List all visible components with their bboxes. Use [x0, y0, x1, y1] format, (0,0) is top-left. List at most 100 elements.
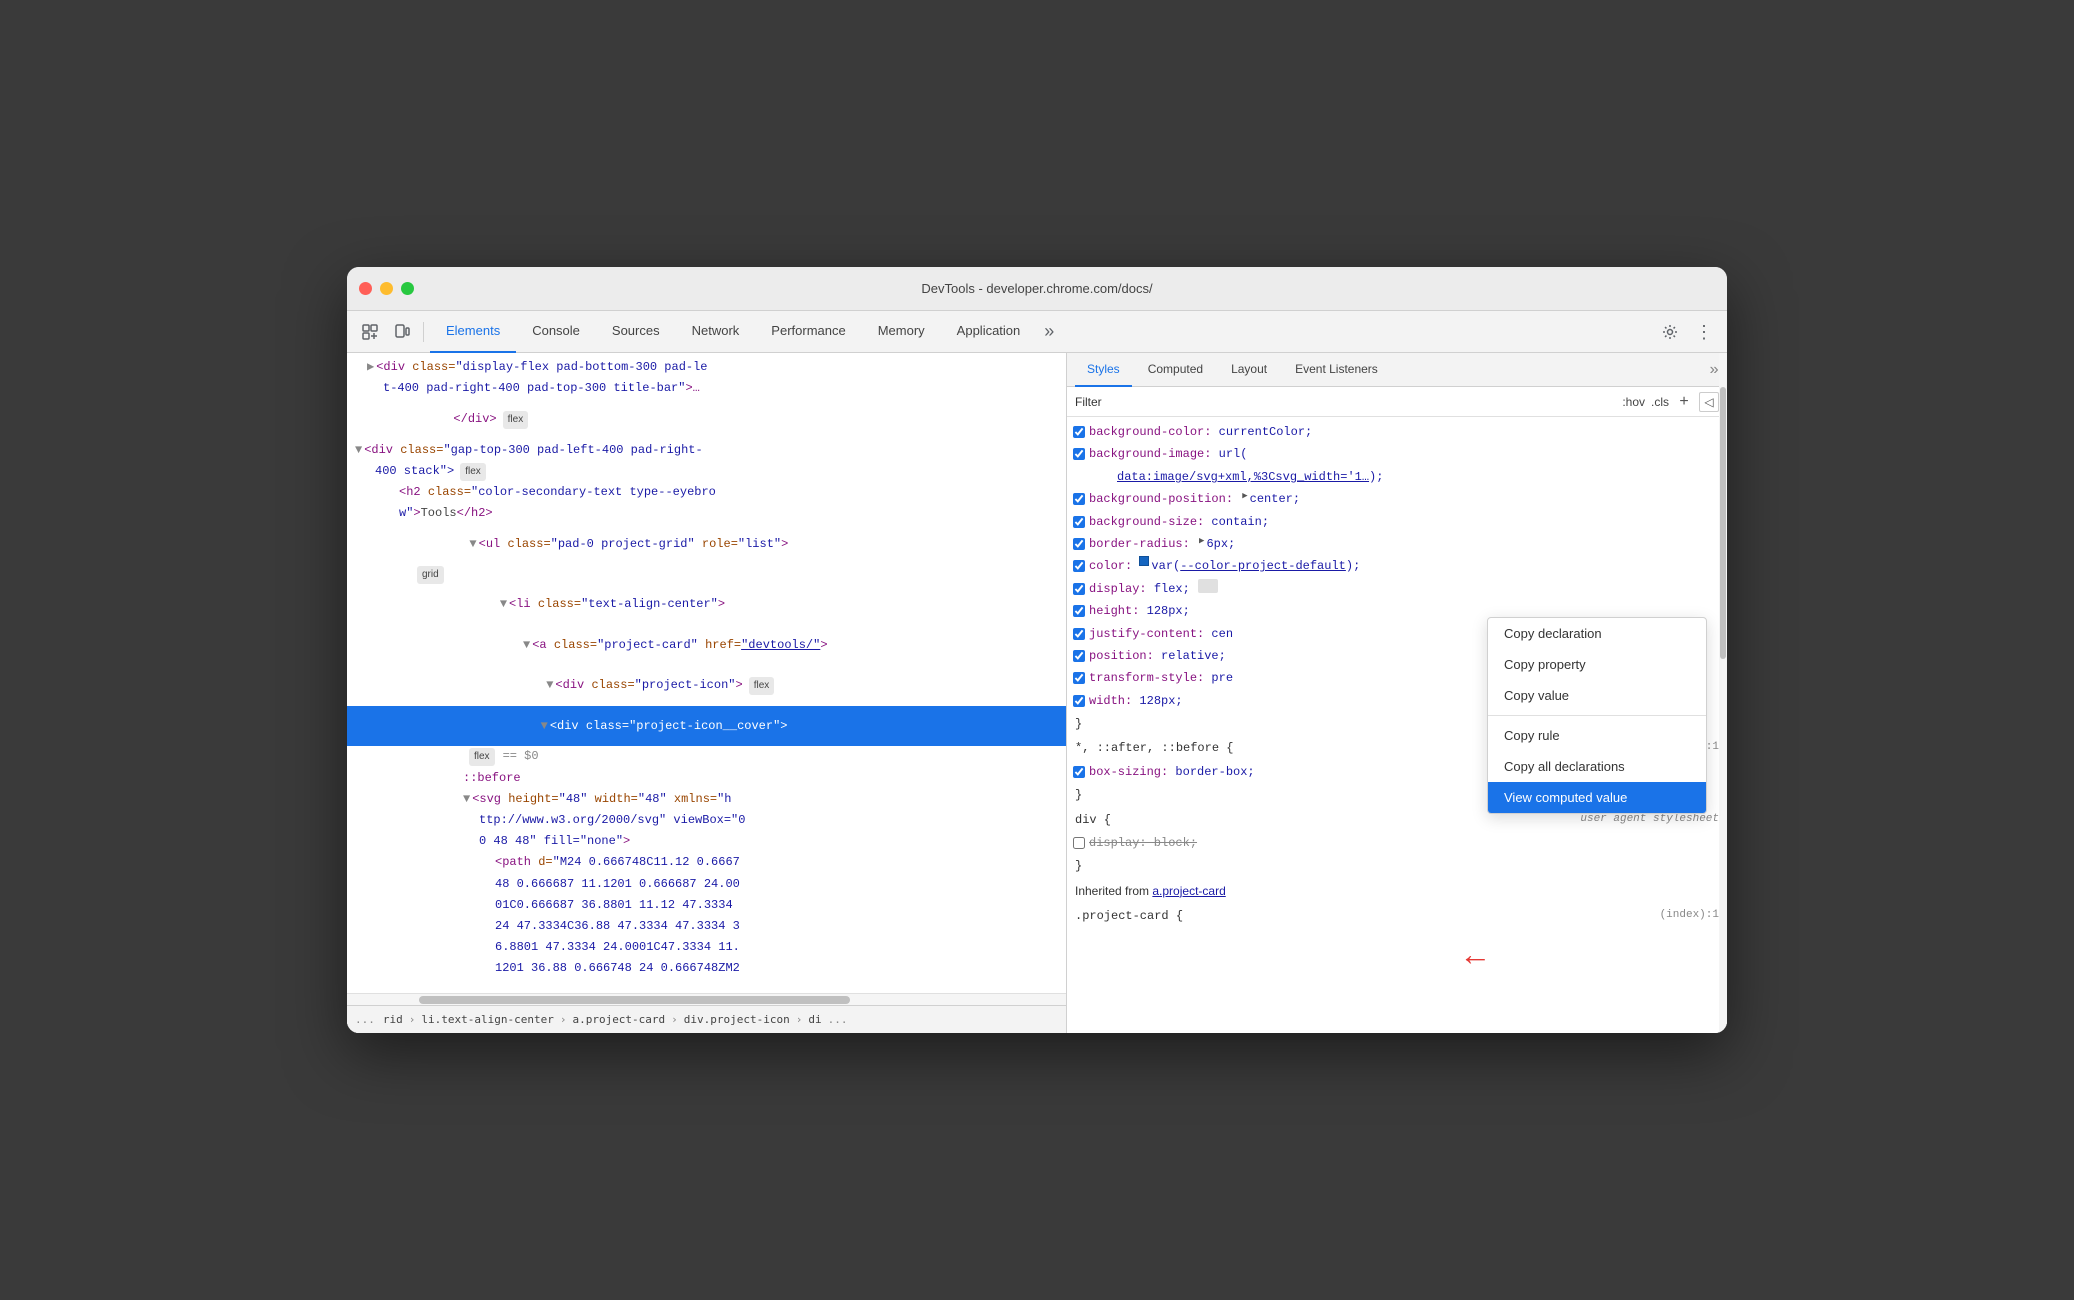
expand-icon[interactable]: ▼: [500, 595, 507, 614]
tab-application[interactable]: Application: [941, 311, 1037, 353]
styles-scrollbar[interactable]: [1719, 353, 1727, 1033]
dom-line[interactable]: 6.8801 47.3334 24.0001C47.3334 11.: [347, 937, 1066, 958]
dom-line[interactable]: 48 0.666687 11.1201 0.666687 24.00: [347, 874, 1066, 895]
more-styles-tabs-button[interactable]: »: [1709, 361, 1719, 379]
expand-icon[interactable]: ▼: [355, 441, 362, 460]
style-prop-background-color[interactable]: background-color: currentColor;: [1067, 421, 1727, 443]
add-style-button[interactable]: +: [1675, 393, 1693, 411]
prop-checkbox[interactable]: [1073, 560, 1085, 572]
style-prop-display-block[interactable]: display: block;: [1067, 832, 1727, 854]
expand-icon[interactable]: ▶: [367, 358, 374, 377]
dom-line[interactable]: w">Tools</h2>: [347, 503, 1066, 524]
dom-line[interactable]: 01C0.666687 36.8801 11.12 47.3334: [347, 895, 1066, 916]
hover-filter[interactable]: :hov: [1622, 395, 1645, 409]
style-prop-background-size[interactable]: background-size: contain;: [1067, 511, 1727, 533]
dom-line[interactable]: ▼ <svg height="48" width="48" xmlns="h: [347, 789, 1066, 810]
expand-icon[interactable]: ▼: [463, 790, 470, 809]
style-rule-project-card[interactable]: .project-card { (index):1: [1067, 904, 1727, 928]
dom-line[interactable]: ▶ <div class="display-flex pad-bottom-30…: [347, 357, 1066, 378]
tab-memory[interactable]: Memory: [862, 311, 941, 353]
device-icon[interactable]: [387, 317, 417, 347]
prop-checkbox[interactable]: [1073, 538, 1085, 550]
prop-checkbox[interactable]: [1073, 672, 1085, 684]
styles-content: background-color: currentColor; backgrou…: [1067, 417, 1727, 1033]
dom-line[interactable]: ▼ <div class="project-icon"> flex: [347, 666, 1066, 706]
prop-checkbox[interactable]: [1073, 605, 1085, 617]
filter-right: :hov .cls + ◁: [1622, 392, 1719, 412]
more-options-icon[interactable]: ⋮: [1689, 317, 1719, 347]
style-prop-background-position[interactable]: background-position: ▶ center;: [1067, 488, 1727, 510]
prop-checkbox[interactable]: [1073, 426, 1085, 438]
style-prop-url-link[interactable]: data:image/svg+xml,%3Csvg_width='1… );: [1067, 466, 1727, 488]
expand-icon[interactable]: ▼: [469, 535, 476, 554]
tab-styles[interactable]: Styles: [1075, 353, 1132, 387]
styles-scrollbar-thumb: [1720, 387, 1726, 659]
dom-line[interactable]: ▼ <div class="gap-top-300 pad-left-400 p…: [347, 440, 1066, 461]
style-prop-border-radius[interactable]: border-radius: ▶ 6px;: [1067, 533, 1727, 555]
filter-input[interactable]: [1075, 395, 1614, 409]
dom-line[interactable]: 0 48 48" fill="none">: [347, 831, 1066, 852]
prop-checkbox[interactable]: [1073, 516, 1085, 528]
dom-line-selected[interactable]: ▼ <div class="project-icon__cover">: [347, 706, 1066, 746]
minimize-button[interactable]: [380, 282, 393, 295]
more-tabs-button[interactable]: »: [1036, 311, 1062, 353]
cls-filter[interactable]: .cls: [1651, 395, 1669, 409]
breadcrumb-item[interactable]: di: [808, 1013, 821, 1026]
color-swatch[interactable]: [1139, 556, 1149, 566]
tab-event-listeners[interactable]: Event Listeners: [1283, 353, 1390, 387]
copy-value-item[interactable]: Copy value: [1488, 680, 1706, 711]
maximize-button[interactable]: [401, 282, 414, 295]
prop-checkbox[interactable]: [1073, 837, 1085, 849]
tab-performance[interactable]: Performance: [755, 311, 861, 353]
breadcrumb-item[interactable]: div.project-icon: [684, 1013, 790, 1026]
dom-line[interactable]: </div> flex: [347, 399, 1066, 439]
dom-line[interactable]: <h2 class="color-secondary-text type--ey…: [347, 482, 1066, 503]
copy-declaration-item[interactable]: Copy declaration: [1488, 618, 1706, 649]
prop-checkbox[interactable]: [1073, 493, 1085, 505]
dom-line[interactable]: ▼ <ul class="pad-0 project-grid" role="l…: [347, 525, 1066, 565]
tab-layout[interactable]: Layout: [1219, 353, 1279, 387]
inspector-icon[interactable]: [355, 317, 385, 347]
grid-icon[interactable]: [1198, 579, 1218, 593]
prop-checkbox[interactable]: [1073, 766, 1085, 778]
tab-console[interactable]: Console: [516, 311, 596, 353]
style-prop-background-image[interactable]: background-image: url(: [1067, 443, 1727, 465]
dom-line[interactable]: 400 stack"> flex: [347, 461, 1066, 482]
tab-network[interactable]: Network: [676, 311, 756, 353]
prop-checkbox[interactable]: [1073, 583, 1085, 595]
dom-line[interactable]: t-400 pad-right-400 pad-top-300 title-ba…: [347, 378, 1066, 399]
prop-checkbox[interactable]: [1073, 628, 1085, 640]
prop-checkbox[interactable]: [1073, 695, 1085, 707]
dom-scrollbar[interactable]: [347, 993, 1066, 1005]
prop-checkbox[interactable]: [1073, 448, 1085, 460]
style-prop-display[interactable]: display: flex;: [1067, 578, 1727, 600]
style-prop-color[interactable]: color: var(--color-project-default);: [1067, 555, 1727, 577]
dom-panel: ▶ <div class="display-flex pad-bottom-30…: [347, 353, 1067, 1033]
inherited-link[interactable]: a.project-card: [1152, 884, 1225, 898]
dom-line[interactable]: ▼ <li class="text-align-center">: [347, 585, 1066, 625]
dom-line[interactable]: ttp://www.w3.org/2000/svg" viewBox="0: [347, 810, 1066, 831]
dom-line[interactable]: ▼ <a class="project-card" href="devtools…: [347, 625, 1066, 665]
breadcrumb-item[interactable]: li.text-align-center: [421, 1013, 553, 1026]
close-button[interactable]: [359, 282, 372, 295]
dom-line[interactable]: <path d="M24 0.666748C11.12 0.6667: [347, 852, 1066, 873]
dom-line[interactable]: ::before: [347, 768, 1066, 789]
view-computed-value-item[interactable]: View computed value: [1488, 782, 1706, 813]
tab-elements[interactable]: Elements: [430, 311, 516, 353]
copy-rule-item[interactable]: Copy rule: [1488, 720, 1706, 751]
breadcrumb-item[interactable]: rid: [383, 1013, 403, 1026]
copy-all-declarations-item[interactable]: Copy all declarations: [1488, 751, 1706, 782]
source-link[interactable]: (index):1: [1660, 906, 1719, 925]
expand-icon[interactable]: ▼: [523, 636, 530, 655]
breadcrumb-item[interactable]: a.project-card: [572, 1013, 665, 1026]
dom-line[interactable]: grid: [347, 565, 1066, 585]
copy-property-item[interactable]: Copy property: [1488, 649, 1706, 680]
expand-icon[interactable]: ▼: [546, 676, 553, 695]
dom-line[interactable]: 24 47.3334C36.88 47.3334 47.3334 3: [347, 916, 1066, 937]
dom-line[interactable]: 1201 36.88 0.666748 24 0.666748ZM2: [347, 958, 1066, 979]
settings-icon[interactable]: [1655, 317, 1685, 347]
prop-checkbox[interactable]: [1073, 650, 1085, 662]
tab-sources[interactable]: Sources: [596, 311, 676, 353]
tab-computed[interactable]: Computed: [1136, 353, 1215, 387]
style-arrow-button[interactable]: ◁: [1699, 392, 1719, 412]
